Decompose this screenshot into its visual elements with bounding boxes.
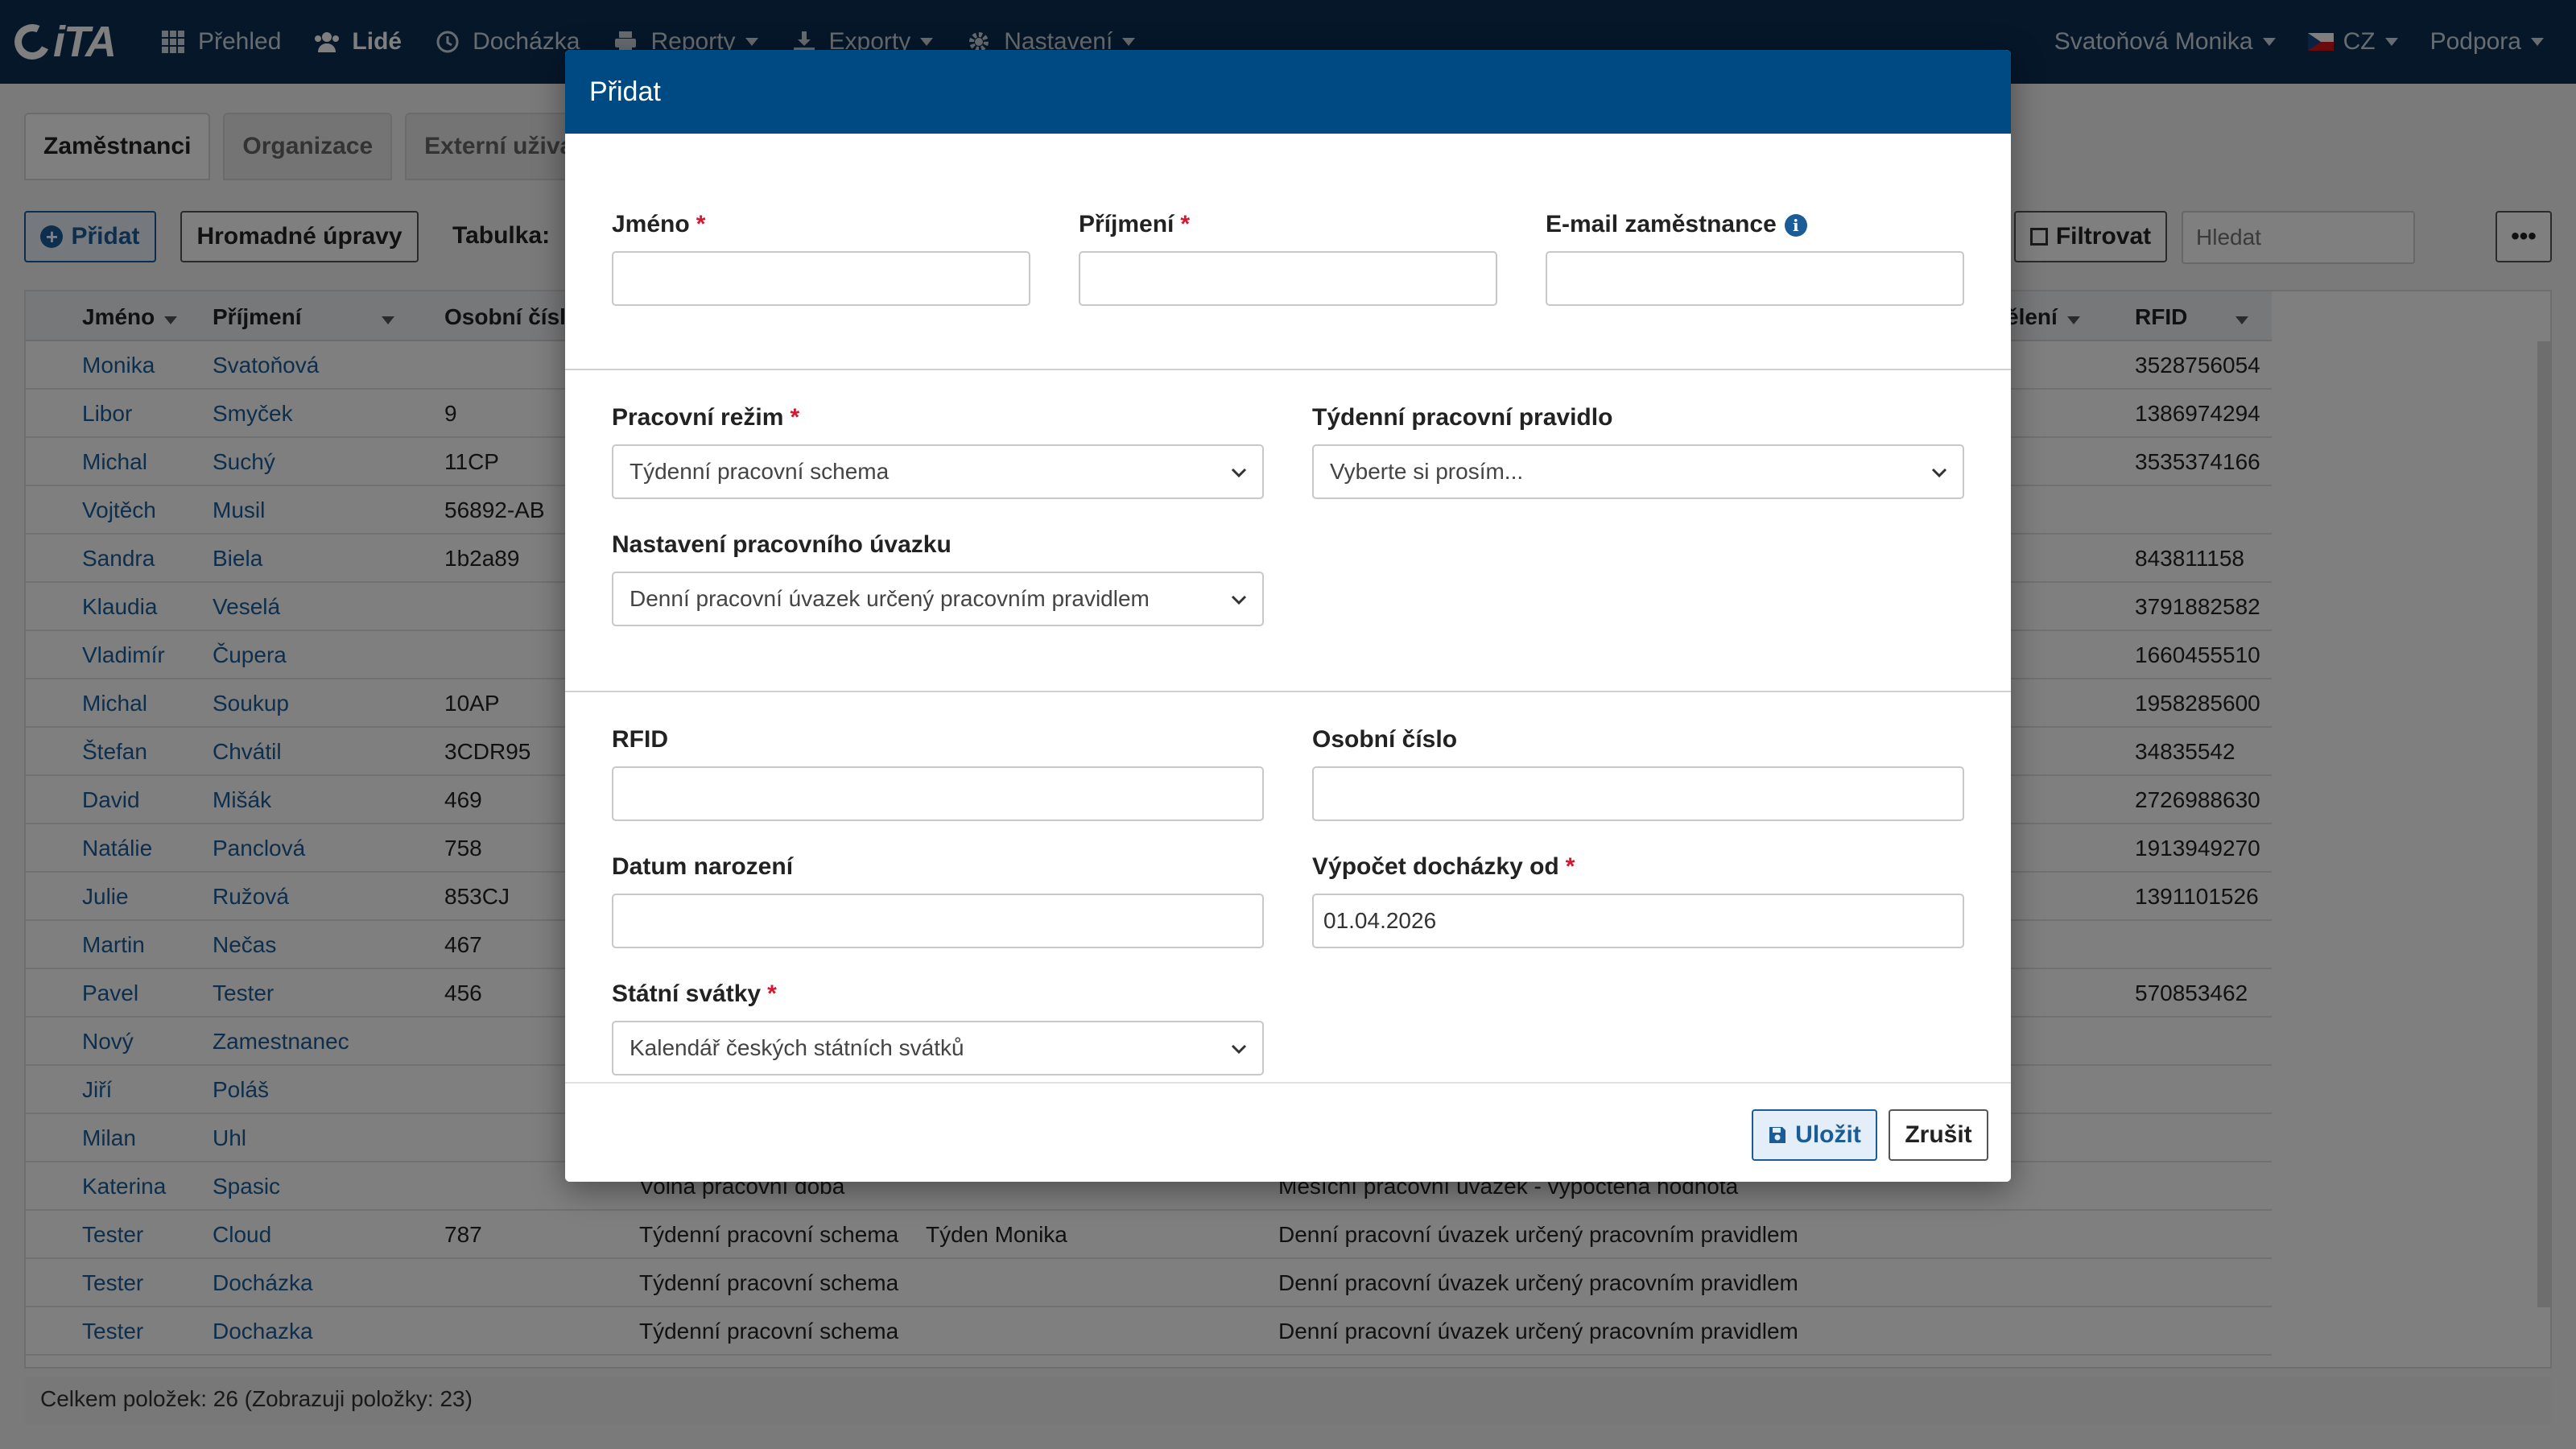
first-name-input[interactable] xyxy=(612,251,1030,306)
attendance-from-label: Výpočet docházky od * xyxy=(1312,853,1575,880)
select-value: Kalendář českých státních svátků xyxy=(630,1035,964,1060)
weekly-rule-label: Týdenní pracovní pravidlo xyxy=(1312,404,1613,431)
basic-info-section: Jméno * Příjmení * E-mail zaměstnance i xyxy=(565,134,2011,370)
rfid-input[interactable] xyxy=(612,766,1264,821)
add-employee-dialog: Přidat Jméno * Příjmení * E-mail zaměstnan… xyxy=(565,50,2011,1182)
chevron-down-icon xyxy=(1231,1044,1247,1055)
work-load-select[interactable]: Denní pracovní úvazek určený pracovním p… xyxy=(612,572,1264,626)
dialog-footer: Uložit Zrušit xyxy=(565,1082,2011,1182)
select-value: Vyberte si prosím... xyxy=(1330,459,1524,484)
select-value: Týdenní pracovní schema xyxy=(630,459,890,484)
weekly-rule-select[interactable]: Vyberte si prosím... xyxy=(1312,444,1964,499)
chevron-down-icon xyxy=(1231,468,1247,478)
floppy-disk-icon xyxy=(1769,1127,1786,1143)
email-label: E-mail zaměstnance i xyxy=(1546,211,1807,238)
attendance-from-input[interactable] xyxy=(1312,894,1964,948)
holidays-select[interactable]: Kalendář českých státních svátků xyxy=(612,1021,1264,1075)
save-label: Uložit xyxy=(1795,1121,1861,1148)
identification-section: RFID Osobní číslo Datum narození Výpočet… xyxy=(565,692,2011,1082)
select-value: Denní pracovní úvazek určený pracovním p… xyxy=(630,586,1150,611)
dialog-title: Přidat xyxy=(589,76,661,107)
birthdate-input[interactable] xyxy=(612,894,1264,948)
save-button[interactable]: Uložit xyxy=(1752,1109,1877,1161)
last-name-input[interactable] xyxy=(1079,251,1497,306)
work-regime-label: Pracovní režim * xyxy=(612,404,800,431)
rfid-label: RFID xyxy=(612,726,668,753)
info-icon[interactable]: i xyxy=(1784,214,1807,237)
work-load-label: Nastavení pracovního úvazku xyxy=(612,531,952,558)
cancel-button[interactable]: Zrušit xyxy=(1889,1109,1988,1161)
work-regime-section: Pracovní režim * Týdenní pracovní schema … xyxy=(565,370,2011,692)
personal-number-label: Osobní číslo xyxy=(1312,726,1458,753)
chevron-down-icon xyxy=(1231,595,1247,605)
holidays-label: Státní svátky * xyxy=(612,980,777,1007)
first-name-label: Jméno * xyxy=(612,211,706,237)
last-name-label: Příjmení * xyxy=(1079,211,1191,237)
birthdate-label: Datum narození xyxy=(612,853,794,880)
personal-number-input[interactable] xyxy=(1312,766,1964,821)
email-input[interactable] xyxy=(1546,251,1964,306)
dialog-header: Přidat xyxy=(565,50,2011,134)
work-regime-select[interactable]: Týdenní pracovní schema xyxy=(612,444,1264,499)
chevron-down-icon xyxy=(1931,468,1947,478)
